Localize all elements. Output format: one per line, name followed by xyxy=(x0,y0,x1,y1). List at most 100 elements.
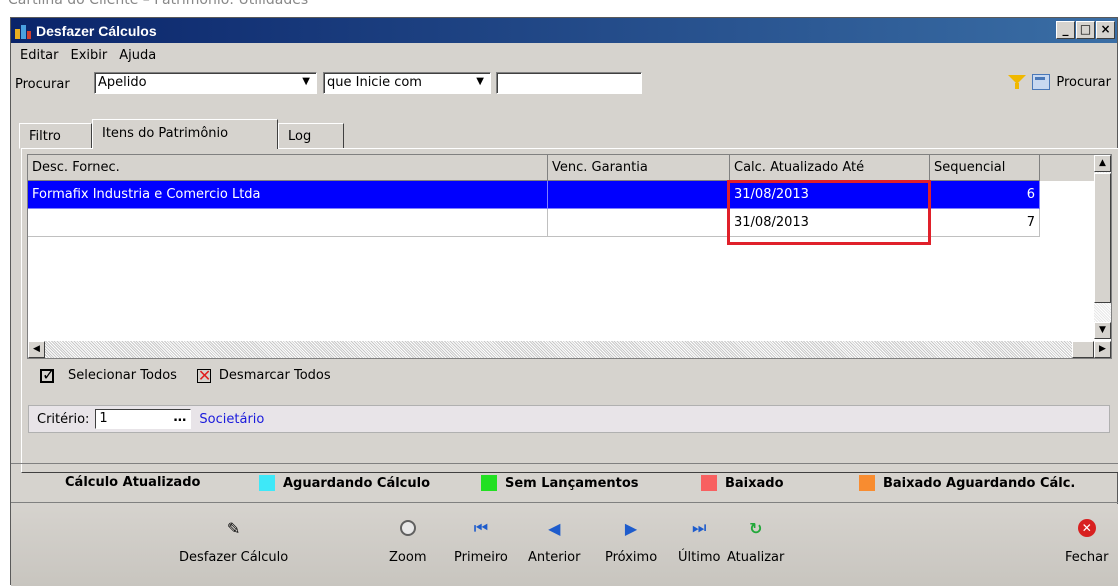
select-all-check-icon[interactable] xyxy=(40,365,55,384)
col-header-sequencial[interactable]: Sequencial xyxy=(930,155,1040,181)
tab-log[interactable]: Log xyxy=(278,123,344,149)
legend-label: Aguardando Cálculo xyxy=(283,475,431,491)
page-caption: Cartilha do Cliente – Patrimônio: Utilid… xyxy=(8,0,309,8)
previous-record-icon: ◀ xyxy=(548,518,561,538)
eraser-icon: ✎ xyxy=(226,518,241,538)
first-button[interactable]: ⏮ Primeiro xyxy=(454,518,508,565)
title-bar: Desfazer Cálculos _ □ × xyxy=(11,18,1117,43)
criterio-row: Critério: 1 … Societário xyxy=(28,405,1110,433)
menu-editar[interactable]: Editar xyxy=(14,48,65,63)
select-all-button[interactable]: Selecionar Todos xyxy=(68,368,177,383)
previous-button[interactable]: ◀ Anterior xyxy=(528,518,581,566)
legend-swatch-icon xyxy=(859,475,875,491)
app-chart-icon xyxy=(15,23,31,39)
criterio-value: 1 xyxy=(99,411,108,426)
items-grid: Desc. Fornec. Venc. Garantia Calc. Atual… xyxy=(27,154,1112,359)
dropdown-arrow-icon[interactable]: ▼ xyxy=(476,76,484,87)
legend-swatch-icon xyxy=(701,475,717,491)
refresh-label: Atualizar xyxy=(727,550,785,565)
legend-swatch-icon xyxy=(481,475,497,491)
scroll-left-icon[interactable]: ◀ xyxy=(28,341,45,358)
criterio-description: Societário xyxy=(199,411,265,427)
legend-label: Sem Lançamentos xyxy=(505,475,639,491)
cell-fornec xyxy=(28,209,548,237)
bottom-toolbar: ✎ Desfazer Cálculo Zoom ⏮ Primeiro ◀ Ant… xyxy=(11,504,1118,586)
highlight-box xyxy=(727,180,931,245)
legend-item: Baixado Aguardando Cálc. xyxy=(859,475,1075,491)
dropdown-arrow-icon[interactable]: ▼ xyxy=(302,76,310,87)
last-label: Último xyxy=(678,550,721,565)
close-button[interactable]: ✕ Fechar xyxy=(1065,518,1108,565)
next-button[interactable]: ▶ Próximo xyxy=(605,518,658,566)
last-button[interactable]: ⏭ Último xyxy=(678,518,720,565)
first-label: Primeiro xyxy=(454,550,508,565)
criterio-input[interactable]: 1 … xyxy=(95,409,192,429)
criterio-label: Critério: xyxy=(37,411,90,427)
search-field-value: Apelido xyxy=(98,75,147,90)
legend-item: Sem Lançamentos xyxy=(481,475,639,491)
refresh-icon: ↻ xyxy=(748,518,763,538)
tab-itens-patrimonio[interactable]: Itens do Patrimônio xyxy=(92,119,278,149)
undo-calc-button[interactable]: ✎ Desfazer Cálculo xyxy=(179,518,289,566)
search-label: Procurar xyxy=(15,77,70,92)
legend-item: Cálculo Atualizado xyxy=(65,475,200,490)
zoom-label: Zoom xyxy=(389,550,427,565)
menu-bar: Editar Exibir Ajuda xyxy=(11,44,162,66)
tab-filtro[interactable]: Filtro xyxy=(19,123,92,149)
menu-ajuda[interactable]: Ajuda xyxy=(113,48,162,63)
next-label: Próximo xyxy=(605,550,658,565)
search-text-input[interactable] xyxy=(496,72,642,94)
next-record-icon: ▶ xyxy=(624,518,638,538)
deselect-all-button[interactable]: Desmarcar Todos xyxy=(219,368,331,383)
grid-header: Desc. Fornec. Venc. Garantia Calc. Atual… xyxy=(28,155,1111,181)
legend-item: Aguardando Cálculo xyxy=(259,475,430,491)
search-window-icon[interactable] xyxy=(1032,74,1051,90)
search-condition-value: que Inicie com xyxy=(327,75,422,90)
zoom-button[interactable]: Zoom xyxy=(389,518,426,565)
deselect-all-x-icon[interactable]: ✕ xyxy=(196,367,211,383)
scroll-down-icon[interactable]: ▼ xyxy=(1094,322,1111,339)
close-icon: ✕ xyxy=(1077,518,1097,538)
app-window: Desfazer Cálculos _ □ × Editar Exibir Aj… xyxy=(10,17,1118,586)
cell-fornec: Formafix Industria e Comercio Ltda xyxy=(28,181,548,209)
selection-actions: Selecionar Todos ✕ Desmarcar Todos xyxy=(40,365,351,384)
filter-funnel-icon[interactable] xyxy=(1008,75,1027,89)
cell-garantia xyxy=(548,181,730,209)
last-record-icon: ⏭ xyxy=(692,518,707,537)
close-label: Fechar xyxy=(1065,550,1109,565)
legend-label: Baixado xyxy=(725,475,784,491)
horizontal-scrollbar[interactable]: ◀ ▶ xyxy=(28,341,1111,358)
cell-sequencial: 6 xyxy=(930,181,1040,209)
scroll-thumb[interactable] xyxy=(1094,173,1111,303)
tab-panel: Desc. Fornec. Venc. Garantia Calc. Atual… xyxy=(21,148,1118,473)
close-window-button[interactable]: × xyxy=(1096,21,1115,39)
scroll-h-thumb[interactable] xyxy=(1072,341,1094,358)
table-row[interactable]: 31/08/2013 7 xyxy=(28,209,1095,237)
search-bar: Procurar Apelido ▼ que Inicie com ▼ Proc… xyxy=(11,68,1117,98)
table-row[interactable]: Formafix Industria e Comercio Ltda 31/08… xyxy=(28,181,1095,209)
minimize-button[interactable]: _ xyxy=(1056,21,1075,39)
search-button[interactable]: Procurar xyxy=(1056,75,1111,90)
search-condition-select[interactable]: que Inicie com ▼ xyxy=(323,72,491,94)
status-legend: Cálculo Atualizado Aguardando Cálculo Se… xyxy=(11,463,1118,503)
zoom-icon xyxy=(398,518,418,538)
legend-item: Baixado xyxy=(701,475,784,491)
search-field-select[interactable]: Apelido ▼ xyxy=(94,72,317,94)
menu-exibir[interactable]: Exibir xyxy=(65,48,114,63)
first-record-icon: ⏮ xyxy=(473,518,489,537)
col-header-garantia[interactable]: Venc. Garantia xyxy=(548,155,730,181)
previous-label: Anterior xyxy=(528,550,581,565)
vertical-scrollbar[interactable]: ▲ ▼ xyxy=(1094,155,1111,339)
cell-garantia xyxy=(548,209,730,237)
col-header-fornec[interactable]: Desc. Fornec. xyxy=(28,155,548,181)
scroll-up-icon[interactable]: ▲ xyxy=(1094,155,1111,172)
window-title: Desfazer Cálculos xyxy=(36,22,157,39)
refresh-button[interactable]: ↻ Atualizar xyxy=(727,518,785,566)
maximize-button[interactable]: □ xyxy=(1076,21,1095,39)
legend-label: Cálculo Atualizado xyxy=(65,475,201,490)
col-header-calc[interactable]: Calc. Atualizado Até xyxy=(730,155,930,181)
lookup-ellipsis-icon[interactable]: … xyxy=(173,410,186,425)
scroll-right-icon[interactable]: ▶ xyxy=(1094,341,1111,358)
undo-calc-label: Desfazer Cálculo xyxy=(179,550,289,565)
legend-label: Baixado Aguardando Cálc. xyxy=(883,475,1076,491)
